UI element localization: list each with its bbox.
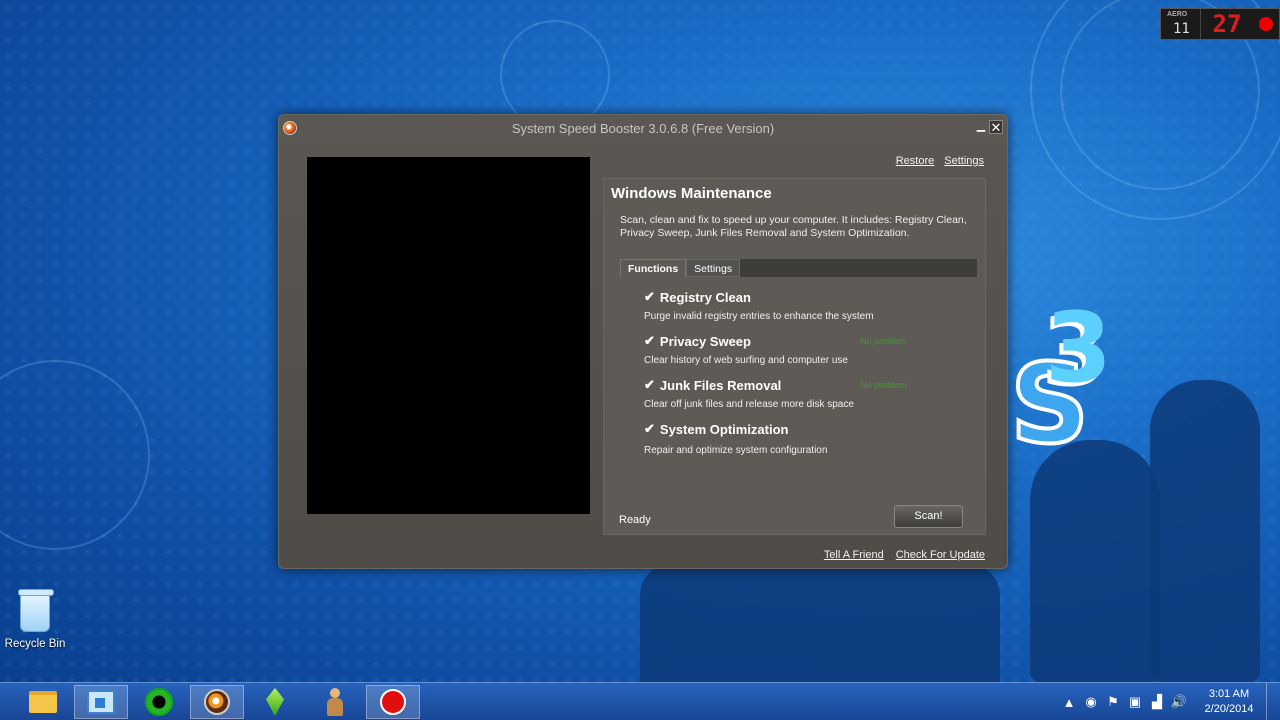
record-indicator-icon[interactable] xyxy=(1259,17,1273,31)
action-center-flag-icon[interactable]: ⚑ xyxy=(1102,694,1124,710)
volume-icon[interactable]: 🔊 xyxy=(1168,694,1190,710)
close-button[interactable]: ✕ xyxy=(989,120,1003,134)
status-text: Ready xyxy=(619,514,651,526)
function-status: No problem xyxy=(860,336,907,346)
taskbar-person-app[interactable] xyxy=(308,685,362,719)
top-links: Restore Settings xyxy=(896,155,984,167)
system-speed-booster-icon xyxy=(204,689,230,715)
function-label: Junk Files Removal xyxy=(659,377,782,393)
close-icon: ✕ xyxy=(990,120,1002,135)
tab-settings[interactable]: Settings xyxy=(686,259,741,277)
green-app-icon xyxy=(145,688,173,716)
function-description: Purge invalid registry entries to enhanc… xyxy=(644,311,874,322)
clock[interactable]: 3:01 AM 2/20/2014 xyxy=(1196,687,1262,717)
dancer-silhouette xyxy=(1150,380,1260,682)
function-title: ✔ System Optimization xyxy=(644,421,788,437)
bottom-links: Tell A Friend Check For Update xyxy=(824,549,985,561)
person-app-icon xyxy=(324,688,346,716)
taskbar: ▲ ◉ ⚑ ▣ ▟ 🔊 3:01 AM 2/20/2014 xyxy=(0,682,1280,720)
preview-panel xyxy=(307,157,590,514)
function-label: System Optimization xyxy=(659,421,789,437)
function-label: Registry Clean xyxy=(659,289,751,305)
function-title: ✔ Registry Clean xyxy=(644,289,751,305)
scan-button[interactable]: Scan! xyxy=(894,505,963,528)
function-label: Privacy Sweep xyxy=(659,333,751,349)
restore-link[interactable]: Restore xyxy=(896,155,935,167)
checkbox-system-optimization[interactable]: ✔ xyxy=(644,421,655,437)
frame-counter: 27 xyxy=(1212,10,1242,38)
taskbar-green-app[interactable] xyxy=(132,685,186,719)
function-status: No problem xyxy=(860,380,907,390)
aero-indicator: AERO 11 xyxy=(1161,9,1201,39)
panel-heading: Windows Maintenance xyxy=(611,185,772,202)
function-title: ✔ Junk Files Removal xyxy=(644,377,781,393)
clock-date: 2/20/2014 xyxy=(1204,703,1254,715)
checkbox-privacy-sweep[interactable]: ✔ xyxy=(644,333,655,349)
dancer-silhouette xyxy=(1030,440,1160,682)
function-title: ✔ Privacy Sweep xyxy=(644,333,751,349)
clock-time: 3:01 AM xyxy=(1208,688,1250,700)
window-title: System Speed Booster 3.0.6.8 (Free Versi… xyxy=(511,121,775,136)
function-description: Clear off junk files and release more di… xyxy=(644,399,854,410)
minimize-button[interactable]: ▁ xyxy=(975,121,987,133)
speed-booster-tray-icon[interactable]: ◉ xyxy=(1080,694,1102,710)
network-signal-icon[interactable]: ▟ xyxy=(1146,694,1168,710)
file-explorer-icon xyxy=(29,691,57,713)
dancer-silhouette xyxy=(640,565,1000,682)
taskbar-recorder[interactable] xyxy=(366,685,420,719)
tell-a-friend-link[interactable]: Tell A Friend xyxy=(824,549,884,561)
taskbar-sims-launcher[interactable] xyxy=(248,685,302,719)
aero-value: 11 xyxy=(1173,21,1190,37)
tab-bar: Functions Settings xyxy=(620,259,977,277)
record-icon xyxy=(380,689,406,715)
device-icon[interactable]: ▣ xyxy=(1124,694,1146,710)
check-for-update-link[interactable]: Check For Update xyxy=(896,549,985,561)
taskbar-remote-desktop[interactable] xyxy=(74,685,128,719)
recycle-bin-icon xyxy=(18,589,54,632)
maintenance-panel: Windows Maintenance Scan, clean and fix … xyxy=(603,178,986,535)
tab-functions[interactable]: Functions xyxy=(620,259,687,277)
recorder-widget[interactable]: AERO 11 27 xyxy=(1160,8,1280,40)
remote-desktop-icon xyxy=(87,690,115,714)
system-tray: ▲ ◉ ⚑ ▣ ▟ 🔊 3:01 AM 2/20/2014 xyxy=(1058,683,1280,720)
game-logo-3: 3 xyxy=(1045,292,1112,404)
show-hidden-icons-icon[interactable]: ▲ xyxy=(1058,695,1080,710)
panel-description: Scan, clean and fix to speed up your com… xyxy=(620,214,967,239)
recycle-bin-label: Recycle Bin xyxy=(4,638,66,650)
title-bar[interactable]: System Speed Booster 3.0.6.8 (Free Versi… xyxy=(279,115,1007,143)
checkbox-registry-clean[interactable]: ✔ xyxy=(644,289,655,305)
minimize-icon: ▁ xyxy=(976,120,986,132)
taskbar-file-explorer[interactable] xyxy=(16,685,70,719)
function-description: Repair and optimize system configuration xyxy=(644,445,828,456)
app-window: System Speed Booster 3.0.6.8 (Free Versi… xyxy=(278,114,1008,569)
settings-link[interactable]: Settings xyxy=(944,155,984,167)
aero-label: AERO xyxy=(1167,11,1188,18)
sims-gem-icon xyxy=(266,688,284,716)
function-description: Clear history of web surfing and compute… xyxy=(644,355,848,366)
taskbar-system-speed-booster[interactable] xyxy=(190,685,244,719)
recycle-bin[interactable]: Recycle Bin xyxy=(4,589,66,650)
checkbox-junk-files-removal[interactable]: ✔ xyxy=(644,377,655,393)
show-desktop-button[interactable] xyxy=(1266,683,1280,720)
